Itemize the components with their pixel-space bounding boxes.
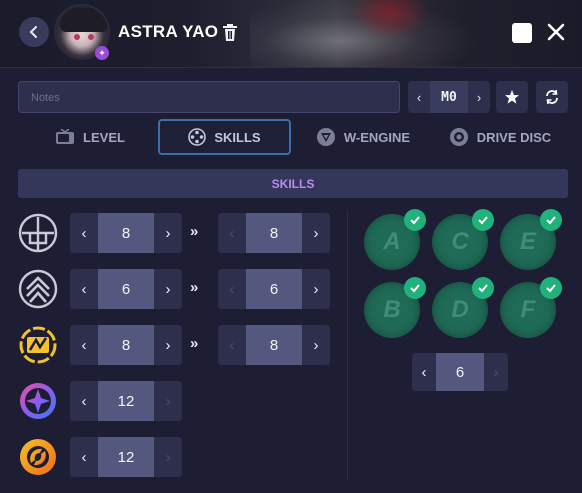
select-checkbox[interactable] xyxy=(512,23,532,43)
tv-icon xyxy=(56,129,75,144)
w-engine-icon xyxy=(316,128,335,146)
decrement-button[interactable]: ‹ xyxy=(412,364,436,381)
trash-icon[interactable] xyxy=(222,24,238,42)
assist-icon xyxy=(19,326,57,364)
increment-button[interactable]: › xyxy=(302,225,330,242)
decrement-button[interactable]: ‹ xyxy=(218,281,246,298)
dodge-current-value: 6 xyxy=(98,269,154,309)
increment-button[interactable]: › xyxy=(484,364,508,381)
increment-button[interactable]: › xyxy=(154,449,182,466)
tab-w-engine[interactable]: W-ENGINE xyxy=(305,119,421,155)
special-attack-current-value: 12 xyxy=(98,381,154,421)
decrement-button[interactable]: ‹ xyxy=(70,449,98,466)
mindscape-next-button[interactable]: › xyxy=(468,90,490,105)
core-skill-d[interactable]: D xyxy=(432,277,494,338)
check-icon xyxy=(540,209,562,231)
tab-level[interactable]: LEVEL xyxy=(40,119,140,155)
character-banner-accent xyxy=(350,0,430,40)
check-icon xyxy=(540,277,562,299)
dodge-icon xyxy=(18,269,58,309)
chevron-left-icon xyxy=(29,26,37,38)
dodge-target-stepper: ‹ 6 › xyxy=(218,269,330,309)
basic-attack-current-value: 8 xyxy=(98,213,154,253)
decrement-button[interactable]: ‹ xyxy=(218,337,246,354)
notes-input[interactable]: Notes xyxy=(18,81,400,113)
double-chevron-icon: » xyxy=(190,279,198,296)
basic-attack-target-stepper: ‹ 8 › xyxy=(218,213,330,253)
increment-button[interactable]: › xyxy=(154,337,182,354)
chain-attack-current-stepper: ‹ 12 › xyxy=(70,437,182,477)
decrement-button[interactable]: ‹ xyxy=(70,393,98,410)
dodge-current-stepper: ‹ 6 › xyxy=(70,269,182,309)
skills-section-title: SKILLS xyxy=(18,169,568,198)
special-attack-icon xyxy=(20,383,56,419)
increment-button[interactable]: › xyxy=(302,337,330,354)
check-icon xyxy=(472,209,494,231)
chain-attack-current-value: 12 xyxy=(98,437,154,477)
decrement-button[interactable]: ‹ xyxy=(70,281,98,298)
basic-attack-icon xyxy=(18,213,58,253)
assist-current-value: 8 xyxy=(98,325,154,365)
disc-icon xyxy=(449,128,468,146)
double-chevron-icon: » xyxy=(190,223,198,240)
decrement-button[interactable]: ‹ xyxy=(218,225,246,242)
core-skill-f[interactable]: F xyxy=(500,277,562,338)
mindscape-stepper: ‹ M0 › xyxy=(408,81,490,113)
assist-target-value: 8 xyxy=(246,325,302,365)
core-skill-b[interactable]: B xyxy=(364,277,426,338)
back-button[interactable] xyxy=(19,17,49,47)
mindscape-value: M0 xyxy=(430,81,468,113)
film-reel-icon xyxy=(188,128,207,146)
favorite-button[interactable] xyxy=(496,81,528,113)
core-skill-c[interactable]: C xyxy=(432,209,494,270)
assist-current-stepper: ‹ 8 › xyxy=(70,325,182,365)
character-name: ASTRA YAO xyxy=(118,22,219,41)
core-skill-stepper: ‹ 6 › xyxy=(412,353,508,391)
basic-attack-current-stepper: ‹ 8 › xyxy=(70,213,182,253)
assist-target-stepper: ‹ 8 › xyxy=(218,325,330,365)
rank-badge-icon: ✦ xyxy=(95,46,109,60)
increment-button[interactable]: › xyxy=(302,281,330,298)
decrement-button[interactable]: ‹ xyxy=(70,225,98,242)
basic-attack-target-value: 8 xyxy=(246,213,302,253)
chain-attack-icon xyxy=(20,439,56,475)
check-icon xyxy=(472,277,494,299)
increment-button[interactable]: › xyxy=(154,225,182,242)
core-skill-a[interactable]: A xyxy=(364,209,426,270)
tab-drive-disc[interactable]: DRIVE DISC xyxy=(440,119,560,155)
reset-button[interactable] xyxy=(536,81,568,113)
column-divider xyxy=(347,212,348,480)
tab-skills[interactable]: SKILLS xyxy=(158,119,291,155)
close-icon[interactable] xyxy=(546,22,566,42)
special-attack-current-stepper: ‹ 12 › xyxy=(70,381,182,421)
refresh-icon xyxy=(546,89,558,105)
core-skill-e[interactable]: E xyxy=(500,209,562,270)
check-icon xyxy=(404,277,426,299)
dodge-target-value: 6 xyxy=(246,269,302,309)
star-icon xyxy=(505,90,519,104)
double-chevron-icon: » xyxy=(190,335,198,352)
increment-button[interactable]: › xyxy=(154,393,182,410)
increment-button[interactable]: › xyxy=(154,281,182,298)
core-skill-value: 6 xyxy=(436,353,484,391)
mindscape-prev-button[interactable]: ‹ xyxy=(408,90,430,105)
check-icon xyxy=(404,209,426,231)
decrement-button[interactable]: ‹ xyxy=(70,337,98,354)
